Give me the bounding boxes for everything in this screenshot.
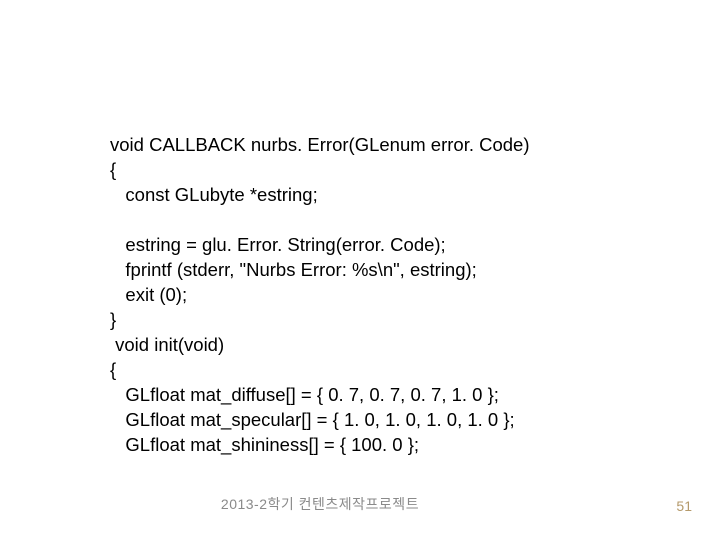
- code-line: fprintf (stderr, "Nurbs Error: %s\n", es…: [110, 259, 477, 280]
- code-block: void CALLBACK nurbs. Error(GLenum error.…: [110, 108, 630, 483]
- page-number: 51: [676, 498, 692, 514]
- code-line: GLfloat mat_specular[] = { 1. 0, 1. 0, 1…: [110, 409, 515, 430]
- footer-center: 2013-2학기 컨텐츠제작프로젝트: [0, 494, 640, 514]
- code-line: exit (0);: [110, 284, 187, 305]
- code-line: GLfloat mat_shininess[] = { 100. 0 };: [110, 434, 419, 455]
- slide: void CALLBACK nurbs. Error(GLenum error.…: [0, 0, 720, 540]
- code-line: void CALLBACK nurbs. Error(GLenum error.…: [110, 134, 530, 155]
- code-line: }: [110, 309, 116, 330]
- code-line: {: [110, 159, 116, 180]
- code-line: estring = glu. Error. String(error. Code…: [110, 234, 446, 255]
- code-line: const GLubyte *estring;: [110, 184, 318, 205]
- code-line: {: [110, 359, 116, 380]
- code-line: GLfloat mat_diffuse[] = { 0. 7, 0. 7, 0.…: [110, 384, 499, 405]
- code-line: void init(void): [110, 334, 224, 355]
